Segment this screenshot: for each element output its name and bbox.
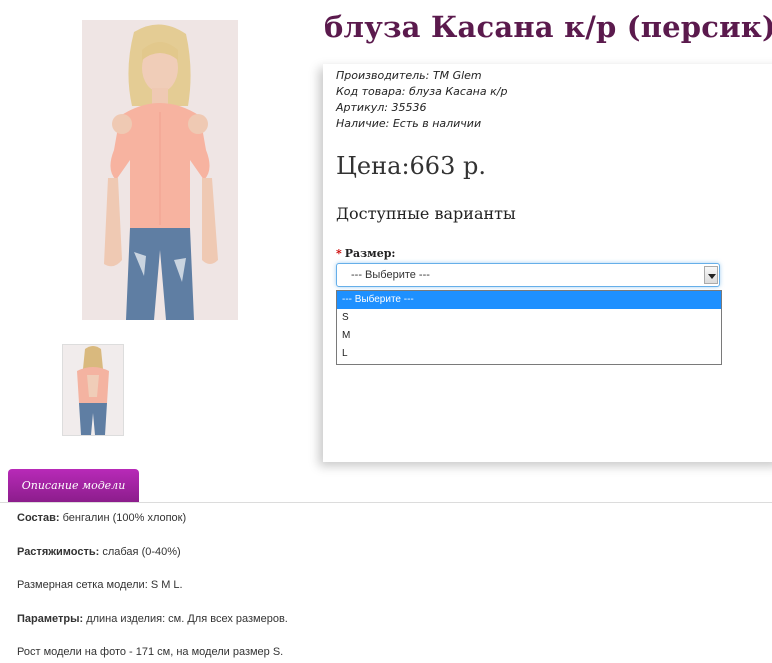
variants-heading: Доступные варианты xyxy=(336,204,516,223)
meta-value: Есть в наличии xyxy=(392,117,482,130)
meta-product-code: Код товара: блуза Касана к/р xyxy=(336,84,507,100)
description-value: бенгалин (100% хлопок) xyxy=(59,512,187,524)
description-line: Растяжимость: слабая (0-40%) xyxy=(17,546,181,558)
tab-divider xyxy=(0,502,772,503)
description-line: Рост модели на фото - 171 см, на модели … xyxy=(17,646,283,658)
size-dropdown-list[interactable]: --- Выберите --- S M L xyxy=(336,290,722,365)
description-line: Размерная сетка модели: S M L. xyxy=(17,579,183,591)
size-option[interactable]: S xyxy=(337,309,721,327)
product-info-panel: Производитель: TM Glem Код товара: блуза… xyxy=(323,64,772,462)
meta-value: блуза Касана к/р xyxy=(408,85,508,98)
meta-availability: Наличие: Есть в наличии xyxy=(336,116,507,132)
size-select-value: --- Выберите --- xyxy=(351,269,430,281)
required-mark: * xyxy=(336,247,342,260)
meta-label: Код товара: xyxy=(336,85,406,98)
description-line: Состав: бенгалин (100% хлопок) xyxy=(17,512,186,524)
size-option[interactable]: L xyxy=(337,345,721,363)
meta-label: Производитель: xyxy=(336,69,430,82)
description-value: Размерная сетка модели: S M L. xyxy=(17,579,183,591)
meta-label: Артикул: xyxy=(336,101,388,114)
product-meta: Производитель: TM Glem Код товара: блуза… xyxy=(336,68,507,132)
product-price: Цена:663 р. xyxy=(336,152,486,180)
description-value: длина изделия: см. Для всех размеров. xyxy=(83,613,288,625)
description-label: Растяжимость: xyxy=(17,546,100,558)
size-label: * Размер: xyxy=(336,247,396,260)
size-option[interactable]: M xyxy=(337,327,721,345)
description-label: Параметры: xyxy=(17,613,84,625)
product-title: блуза Касана к/р (персик) xyxy=(324,10,772,44)
tab-description[interactable]: Описание модели xyxy=(8,469,139,502)
product-thumbnail[interactable] xyxy=(62,344,124,436)
size-select[interactable]: --- Выберите --- xyxy=(336,263,720,287)
description-line: Параметры: длина изделия: см. Для всех р… xyxy=(17,613,288,625)
description-value: Рост модели на фото - 171 см, на модели … xyxy=(17,646,284,658)
meta-label: Наличие: xyxy=(336,117,390,130)
meta-value[interactable]: TM Glem xyxy=(433,69,482,82)
meta-sku: Артикул: 35536 xyxy=(336,100,507,116)
chevron-down-icon[interactable] xyxy=(704,266,718,284)
meta-value: 35536 xyxy=(391,101,427,114)
description-label: Состав: xyxy=(17,512,60,524)
size-label-text: Размер: xyxy=(344,247,396,260)
meta-manufacturer: Производитель: TM Glem xyxy=(336,68,507,84)
description-value: слабая (0-40%) xyxy=(99,546,181,558)
size-option[interactable]: --- Выберите --- xyxy=(337,291,721,309)
product-main-image[interactable] xyxy=(82,20,238,320)
